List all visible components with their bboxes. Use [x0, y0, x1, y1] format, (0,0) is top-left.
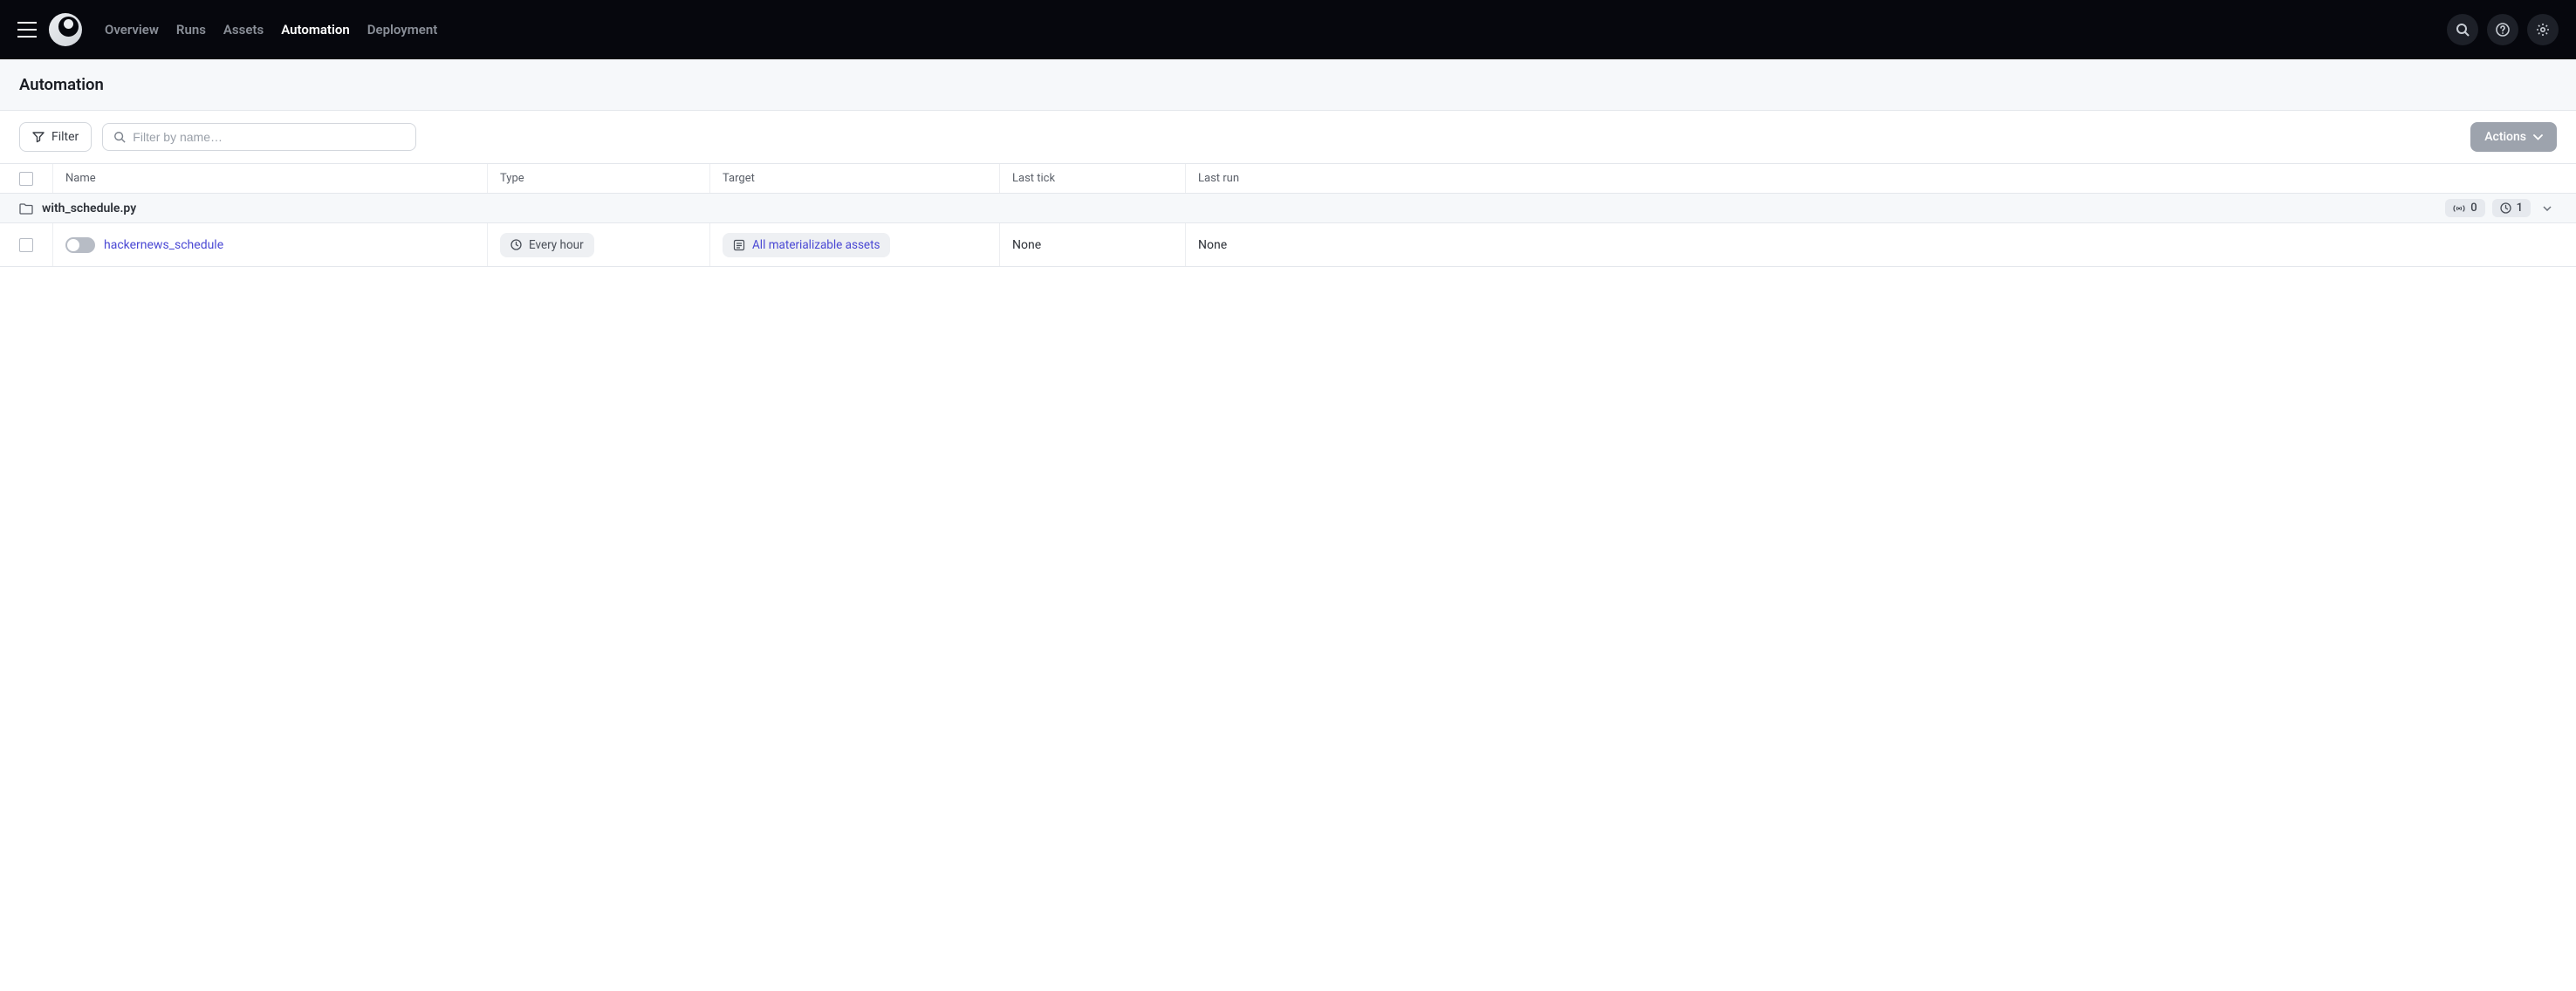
- help-icon[interactable]: [2487, 14, 2518, 45]
- schedule-count: 1: [2517, 202, 2523, 215]
- clock-icon: [2500, 202, 2511, 214]
- type-badge: Every hour: [500, 233, 594, 257]
- clock-icon: [510, 239, 522, 250]
- row-type-cell: Every hour: [487, 223, 709, 266]
- actions-button[interactable]: Actions: [2470, 122, 2557, 152]
- sensor-count: 0: [2470, 202, 2477, 215]
- top-nav: Overview Runs Assets Automation Deployme…: [0, 0, 2576, 59]
- table-row: hackernews_schedule Every hour All mater…: [0, 223, 2576, 267]
- table-header-row: Name Type Target Last tick Last run: [0, 164, 2576, 194]
- search-input[interactable]: [133, 130, 405, 144]
- last-run-text: None: [1198, 238, 1227, 252]
- group-row: with_schedule.py 0 1: [0, 194, 2576, 223]
- logo[interactable]: [49, 13, 82, 46]
- nav-automation[interactable]: Automation: [281, 22, 350, 38]
- nav-right: [2447, 14, 2559, 45]
- search-wrap[interactable]: [102, 123, 416, 151]
- actions-label: Actions: [2484, 130, 2526, 144]
- automation-table: Name Type Target Last tick Last run with…: [0, 164, 2576, 267]
- col-name: Name: [52, 164, 487, 193]
- type-text: Every hour: [529, 238, 584, 252]
- gear-icon[interactable]: [2527, 14, 2559, 45]
- filter-icon: [32, 131, 45, 143]
- nav-runs[interactable]: Runs: [176, 22, 206, 38]
- last-tick-text: None: [1012, 238, 1041, 252]
- group-right: 0 1: [2445, 199, 2557, 217]
- search-icon[interactable]: [2447, 14, 2478, 45]
- col-last-run: Last run: [1185, 164, 2576, 193]
- select-all-checkbox[interactable]: [19, 172, 33, 186]
- menu-icon[interactable]: [17, 22, 37, 38]
- sensor-icon: [2453, 203, 2465, 214]
- target-badge[interactable]: All materializable assets: [723, 233, 890, 257]
- asset-icon: [733, 239, 745, 251]
- nav-assets[interactable]: Assets: [223, 22, 264, 38]
- nav-links: Overview Runs Assets Automation Deployme…: [105, 22, 437, 38]
- sensor-count-pill: 0: [2445, 199, 2484, 217]
- row-last-run-cell: None: [1185, 223, 2576, 266]
- nav-deployment[interactable]: Deployment: [367, 22, 438, 38]
- page-header: Automation: [0, 59, 2576, 111]
- col-last-tick: Last tick: [999, 164, 1185, 193]
- select-all-cell: [0, 164, 52, 193]
- row-name-cell: hackernews_schedule: [52, 223, 487, 266]
- schedule-name-link[interactable]: hackernews_schedule: [104, 238, 223, 252]
- group-left: with_schedule.py: [19, 202, 2445, 215]
- row-select-cell: [0, 223, 52, 266]
- page-title: Automation: [19, 75, 2557, 94]
- col-target: Target: [709, 164, 999, 193]
- target-text: All materializable assets: [752, 238, 880, 252]
- row-last-tick-cell: None: [999, 223, 1185, 266]
- filter-label: Filter: [51, 130, 79, 144]
- group-file-name[interactable]: with_schedule.py: [42, 202, 136, 215]
- row-checkbox[interactable]: [19, 238, 33, 252]
- chevron-down-icon: [2533, 134, 2543, 140]
- filter-button[interactable]: Filter: [19, 122, 92, 152]
- search-icon-small: [113, 131, 126, 143]
- enable-toggle[interactable]: [65, 237, 95, 253]
- schedule-count-pill: 1: [2492, 199, 2531, 217]
- folder-icon: [19, 202, 33, 215]
- group-menu-caret[interactable]: [2538, 206, 2557, 211]
- toolbar: Filter Actions: [0, 111, 2576, 164]
- nav-overview[interactable]: Overview: [105, 22, 159, 38]
- col-type: Type: [487, 164, 709, 193]
- row-target-cell: All materializable assets: [709, 223, 999, 266]
